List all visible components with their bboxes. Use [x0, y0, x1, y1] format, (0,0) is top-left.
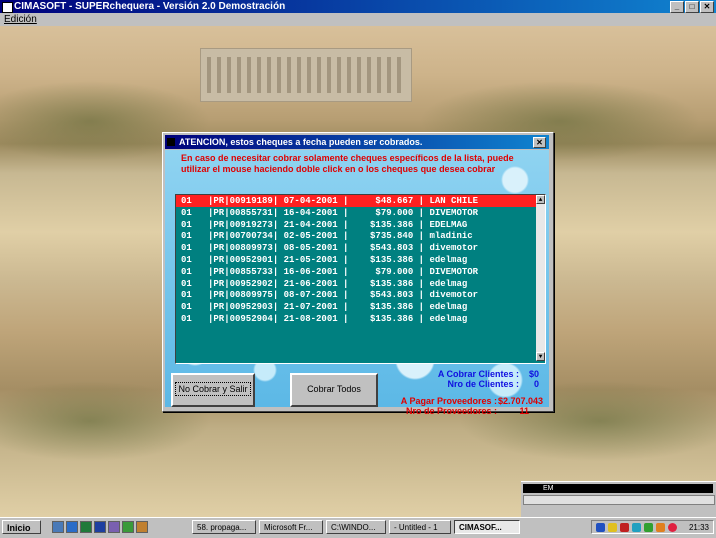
- quicklaunch-ie-icon[interactable]: [66, 521, 78, 533]
- scroll-down-button[interactable]: ▼: [536, 352, 545, 361]
- dialog-title: ATENCION, estos cheques a fecha pueden s…: [179, 137, 423, 147]
- nro-clientes-label: Nro de Clientes :: [447, 379, 519, 389]
- task-untitled[interactable]: - Untitled - 1: [389, 520, 451, 534]
- mini-window: EM: [521, 481, 716, 518]
- close-button[interactable]: ✕: [700, 1, 714, 13]
- menu-edicion[interactable]: Edición: [4, 14, 37, 25]
- maximize-button[interactable]: □: [685, 1, 699, 13]
- nro-clientes-value: 0: [533, 379, 539, 389]
- scroll-up-button[interactable]: ▲: [536, 195, 545, 204]
- building-image: [200, 48, 412, 102]
- dialog-message-line1: En caso de necesitar cobrar solamente ch…: [181, 153, 514, 163]
- cheque-row[interactable]: 01 |PR|00855731| 16-04-2001 | $79.000 | …: [176, 207, 545, 219]
- tray-misc-icon[interactable]: [656, 523, 665, 532]
- nro-proveedores-value: 11: [519, 406, 529, 416]
- nro-proveedores-row: Nro de Proveedores : 11: [165, 406, 549, 418]
- pagar-proveedores-label: A Pagar Proveedores :: [400, 396, 497, 406]
- dialog-icon: [167, 138, 175, 146]
- cobrar-clientes-value: $0: [528, 369, 539, 379]
- clock: 21:33: [688, 523, 709, 532]
- nro-proveedores-label: Nro de Proveedores :: [405, 406, 497, 416]
- tray-app-icon[interactable]: [608, 523, 617, 532]
- pagar-proveedores-value: $2.707.043: [497, 396, 543, 406]
- tray-messenger-icon[interactable]: [632, 523, 641, 532]
- minimize-button[interactable]: _: [670, 1, 684, 13]
- cheque-list[interactable]: 01 |PR|00919189| 07-04-2001 | $48.667 | …: [175, 194, 546, 364]
- cheque-row[interactable]: 01 |PR|00809975| 08-07-2001 | $543.803 |…: [176, 289, 545, 301]
- tray-network-icon[interactable]: [596, 523, 605, 532]
- quicklaunch-excel-icon[interactable]: [80, 521, 92, 533]
- cobrar-todos-label: Cobrar Todos: [307, 384, 361, 394]
- cheque-row[interactable]: 01 |PR|00919189| 07-04-2001 | $48.667 | …: [176, 195, 545, 207]
- no-cobrar-button[interactable]: No Cobrar y Salir: [171, 373, 255, 407]
- cheque-row[interactable]: 01 |PR|00809973| 08-05-2001 | $543.803 |…: [176, 242, 545, 254]
- cheque-row[interactable]: 01 |PR|00952901| 21-05-2001 | $135.386 |…: [176, 254, 545, 266]
- task-propaga[interactable]: 58. propaga...: [192, 520, 256, 534]
- start-button[interactable]: Inicio: [2, 520, 41, 534]
- system-tray: 21:33: [591, 520, 714, 534]
- list-scrollbar[interactable]: ▲ ▼: [536, 195, 545, 361]
- cheque-row[interactable]: 01 |PR|00855733| 16-06-2001 | $79.000 | …: [176, 266, 545, 278]
- task-microsoft-fr[interactable]: Microsoft Fr...: [259, 520, 323, 534]
- cheque-row[interactable]: 01 |PR|00952902| 21-06-2001 | $135.386 |…: [176, 278, 545, 290]
- cheque-row[interactable]: 01 |PR|00952903| 21-07-2001 | $135.386 |…: [176, 301, 545, 313]
- cheque-row[interactable]: 01 |PR|00919273| 21-04-2001 | $135.386 |…: [176, 219, 545, 231]
- cobrar-clientes-label: A Cobrar Clientes :: [437, 369, 519, 379]
- tray-alert-icon[interactable]: [668, 523, 677, 532]
- quicklaunch-app-icon[interactable]: [108, 521, 120, 533]
- quicklaunch-misc-icon[interactable]: [136, 521, 148, 533]
- menu-bar: Edición: [0, 13, 716, 26]
- app-title: CIMASOFT - SUPERchequera - Versión 2.0 D…: [14, 1, 286, 12]
- dialog-close-button[interactable]: ✕: [533, 137, 546, 148]
- taskbar: Inicio 58. propaga... Microsoft Fr... C:…: [0, 517, 716, 538]
- dialog-title-bar: ATENCION, estos cheques a fecha pueden s…: [165, 135, 549, 149]
- tray-volume-icon[interactable]: [644, 523, 653, 532]
- app-icon: [2, 2, 13, 13]
- cheque-row[interactable]: 01 |PR|00952904| 21-08-2001 | $135.386 |…: [176, 313, 545, 325]
- quicklaunch-word-icon[interactable]: [94, 521, 106, 533]
- task-windows[interactable]: C:\WINDO...: [326, 520, 386, 534]
- mini-window-track: [523, 495, 715, 505]
- start-label: Inicio: [7, 523, 31, 533]
- dialog-message-line2: utilizar el mouse haciendo doble click e…: [181, 164, 496, 174]
- task-cimasoft[interactable]: CIMASOF...: [454, 520, 520, 534]
- no-cobrar-label: No Cobrar y Salir: [175, 382, 251, 396]
- tray-antivirus-icon[interactable]: [620, 523, 629, 532]
- quicklaunch-frontpage-icon[interactable]: [122, 521, 134, 533]
- dialog-body: En caso de necesitar cobrar solamente ch…: [165, 150, 549, 416]
- app-title-bar: CIMASOFT - SUPERchequera - Versión 2.0 D…: [0, 0, 716, 13]
- mini-window-bar: EM: [523, 484, 713, 493]
- quicklaunch-desktop-icon[interactable]: [52, 521, 64, 533]
- cobrar-todos-button[interactable]: Cobrar Todos: [290, 373, 378, 407]
- atencion-dialog: ATENCION, estos cheques a fecha pueden s…: [162, 132, 554, 416]
- cheque-row[interactable]: 01 |PR|00700734| 02-05-2001 | $735.840 |…: [176, 230, 545, 242]
